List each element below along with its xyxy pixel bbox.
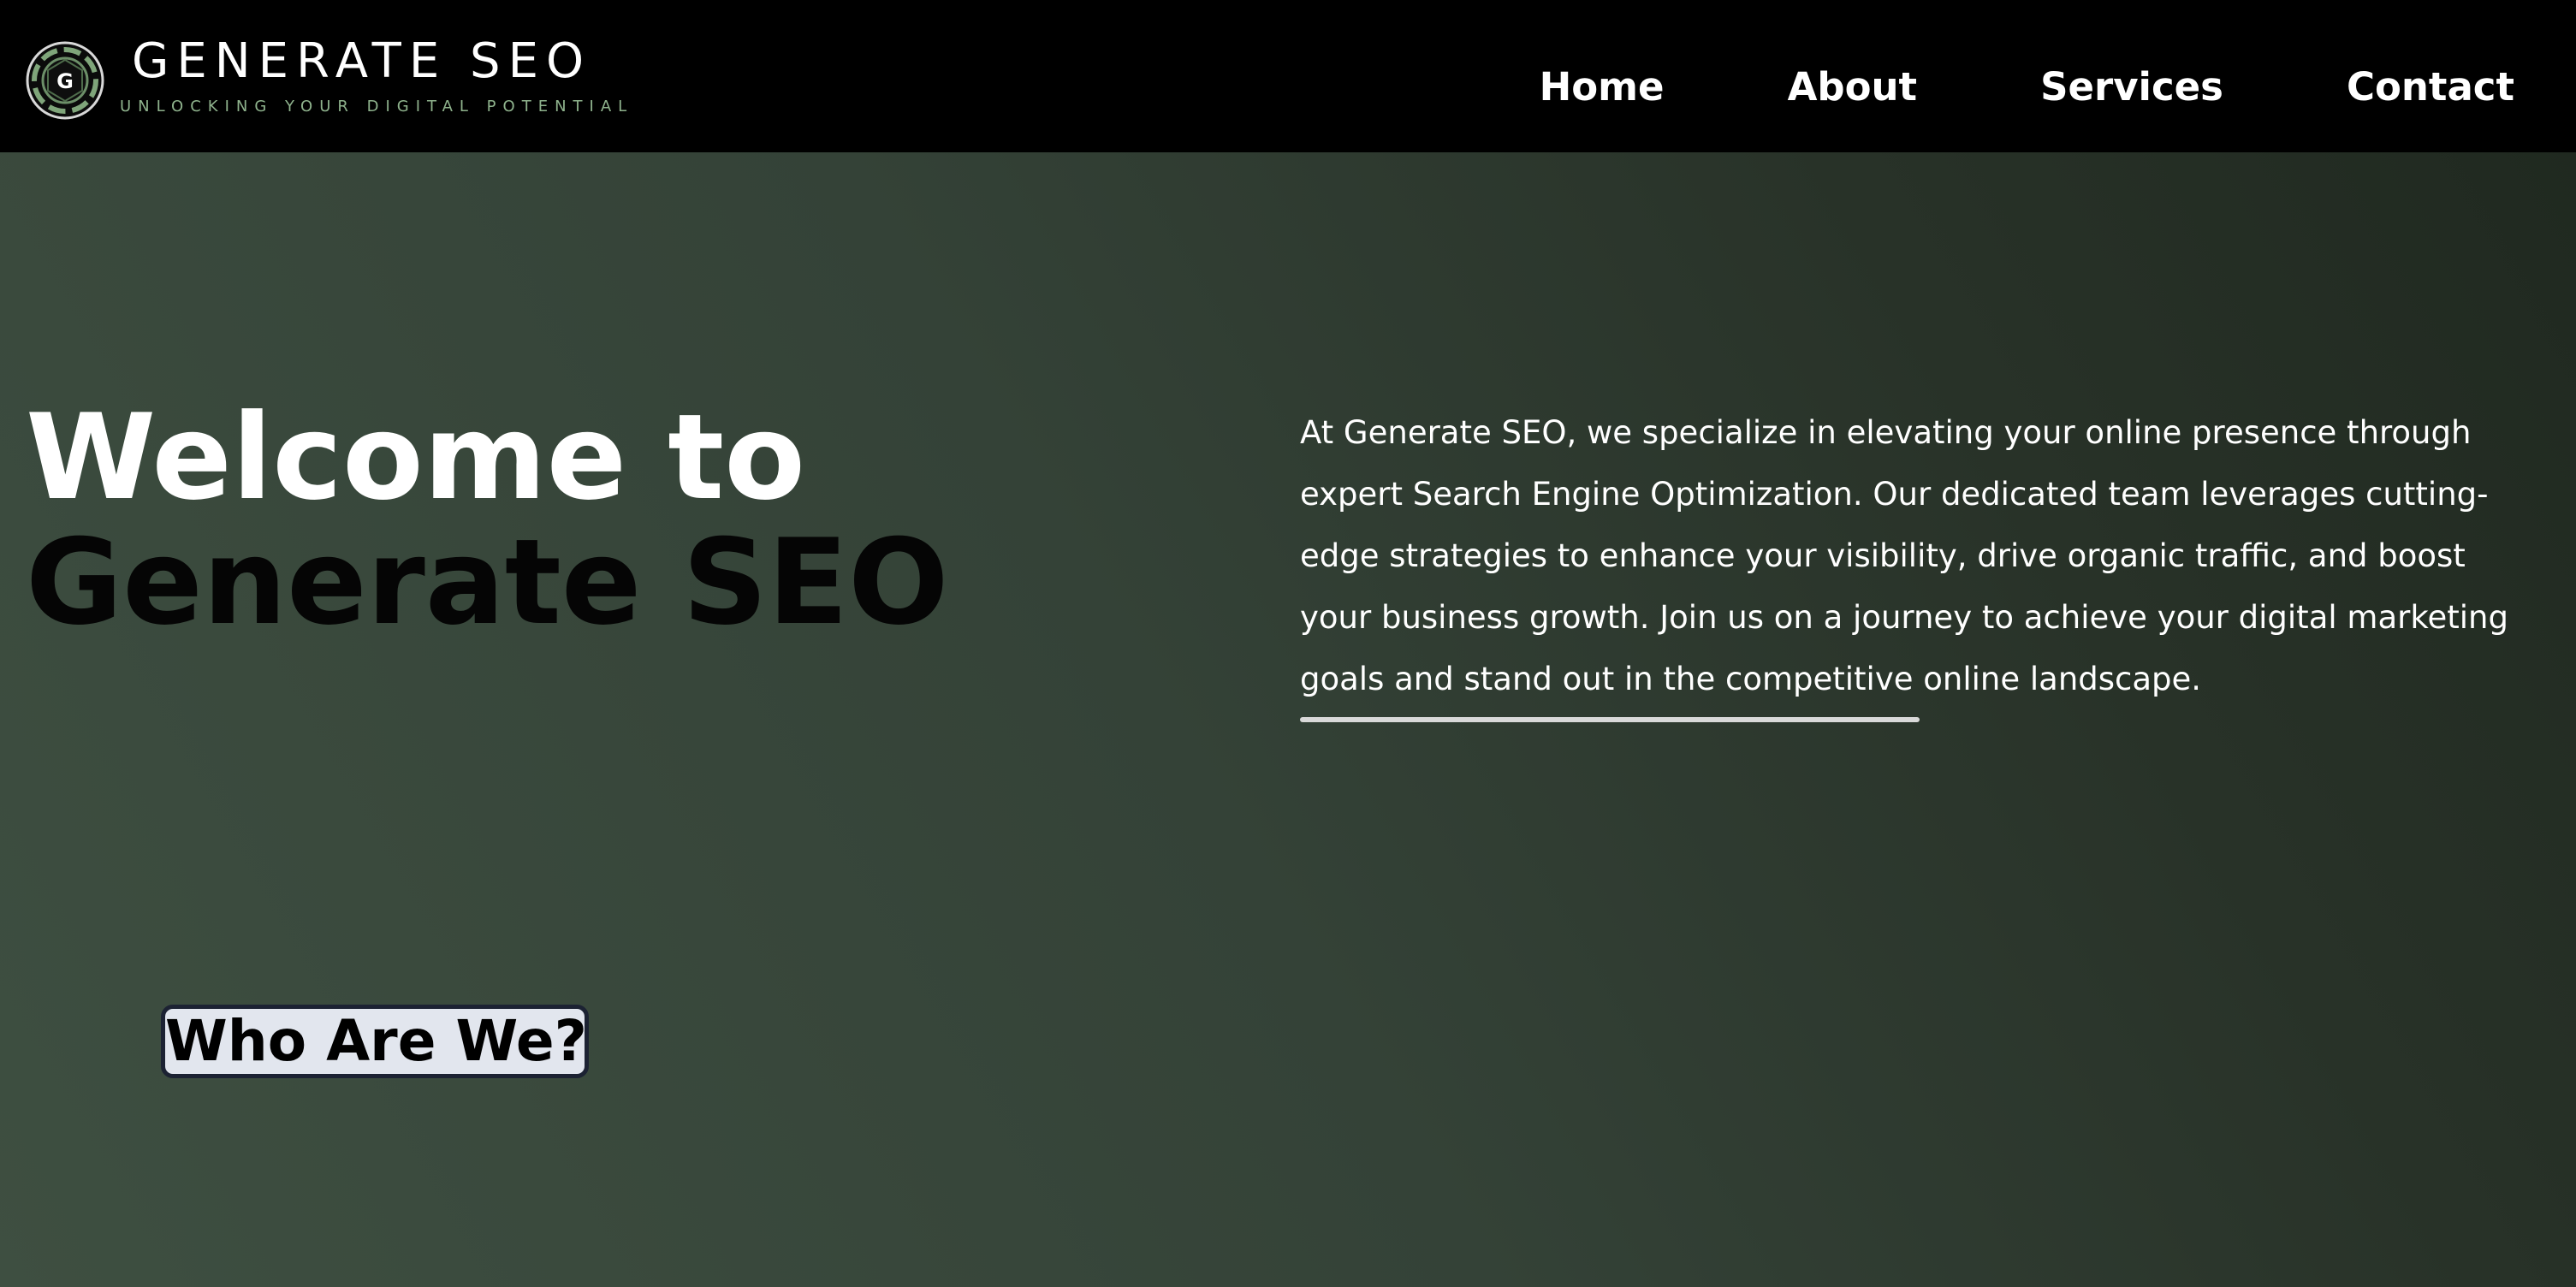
logo-letter: G [56, 69, 74, 93]
intro-paragraph: At Generate SEO, we specialize in elevat… [1300, 414, 2508, 697]
generate-seo-logo-icon[interactable]: G [26, 41, 104, 120]
hero-heading: Welcome to Generate SEO [26, 395, 948, 645]
main-nav: Home About Services Contact [1540, 60, 2514, 115]
nav-about-link[interactable]: About [1788, 60, 1918, 115]
intro-underline-divider [1300, 717, 1920, 722]
brand-tagline: UNLOCKING YOUR DIGITAL POTENTIAL [120, 98, 634, 116]
hero-heading-line2: Generate SEO [26, 513, 949, 651]
brand-title[interactable]: GENERATE SEO [132, 34, 591, 89]
nav-contact-link[interactable]: Contact [2347, 60, 2514, 115]
site-header: G GENERATE SEO UNLOCKING YOUR DIGITAL PO… [0, 0, 2576, 152]
nav-home-link[interactable]: Home [1540, 60, 1665, 115]
nav-services-link[interactable]: Services [2040, 60, 2223, 115]
hero-heading-line1: Welcome to [26, 388, 806, 526]
who-are-we-button[interactable]: Who Are We? [161, 1005, 589, 1078]
